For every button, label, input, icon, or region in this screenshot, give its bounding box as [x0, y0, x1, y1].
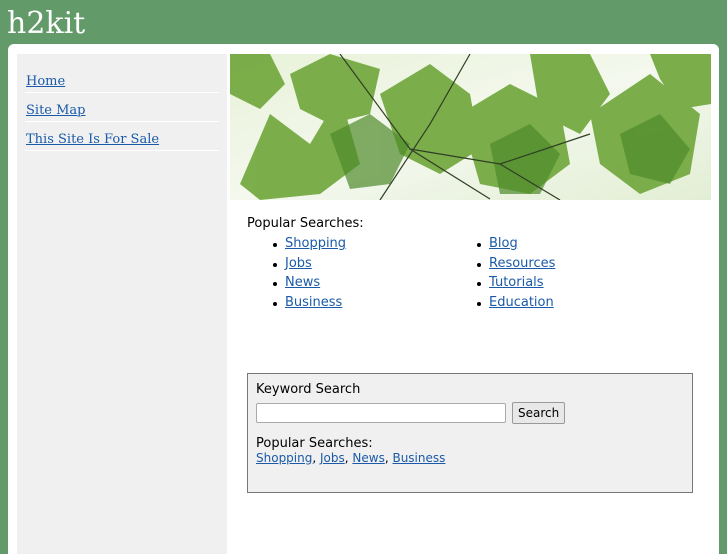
blog-link[interactable]: Blog: [489, 236, 518, 251]
separator: ,: [312, 451, 320, 465]
list-item: Resources: [451, 256, 655, 276]
keyword-search-title: Keyword Search: [256, 382, 361, 397]
main-content: Popular Searches: Shopping Jobs News Bus…: [230, 54, 711, 493]
search-shopping-link[interactable]: Shopping: [256, 451, 312, 465]
list-item: Blog: [451, 236, 655, 256]
sidebar-nav: Home Site Map This Site Is For Sale: [17, 54, 227, 151]
home-link[interactable]: Home: [25, 74, 65, 89]
business-link[interactable]: Business: [285, 295, 342, 310]
search-button[interactable]: Search: [512, 402, 566, 424]
resources-link[interactable]: Resources: [489, 256, 555, 271]
jobs-link[interactable]: Jobs: [285, 256, 312, 271]
popular-list-right: Blog Resources Tutorials Education: [451, 236, 655, 314]
news-link[interactable]: News: [285, 275, 320, 290]
sidebar: Home Site Map This Site Is For Sale: [17, 54, 227, 554]
shopping-link[interactable]: Shopping: [285, 236, 346, 251]
popular-searches-columns: Shopping Jobs News Business Blog Resourc…: [247, 236, 711, 314]
search-news-link[interactable]: News: [352, 451, 384, 465]
search-popular-heading: Popular Searches:: [256, 436, 373, 451]
popular-searches: Popular Searches: Shopping Jobs News Bus…: [247, 216, 711, 314]
page-container: Home Site Map This Site Is For Sale Popu…: [8, 44, 719, 554]
list-item: Education: [451, 295, 655, 315]
list-item: Business: [247, 295, 451, 315]
sidebar-item-for-sale: This Site Is For Sale: [25, 122, 219, 151]
tutorials-link[interactable]: Tutorials: [489, 275, 544, 290]
search-business-link[interactable]: Business: [392, 451, 445, 465]
sidebar-item-site-map: Site Map: [25, 93, 219, 122]
search-input[interactable]: [256, 403, 506, 423]
list-item: News: [247, 275, 451, 295]
search-row: Search: [256, 402, 684, 424]
education-link[interactable]: Education: [489, 295, 554, 310]
search-jobs-link[interactable]: Jobs: [320, 451, 345, 465]
list-item: Tutorials: [451, 275, 655, 295]
site-map-link[interactable]: Site Map: [25, 103, 86, 118]
keyword-search-panel: Keyword Search Search Popular Searches: …: [247, 373, 693, 493]
list-item: Jobs: [247, 256, 451, 276]
popular-searches-heading: Popular Searches:: [247, 216, 364, 231]
for-sale-link[interactable]: This Site Is For Sale: [25, 132, 159, 147]
hero-leaves-image: [230, 54, 711, 200]
search-popular-links: Shopping, Jobs, News, Business: [256, 451, 684, 465]
sidebar-item-home: Home: [25, 64, 219, 93]
list-item: Shopping: [247, 236, 451, 256]
popular-list-left: Shopping Jobs News Business: [247, 236, 451, 314]
site-title: h2kit: [7, 6, 86, 41]
